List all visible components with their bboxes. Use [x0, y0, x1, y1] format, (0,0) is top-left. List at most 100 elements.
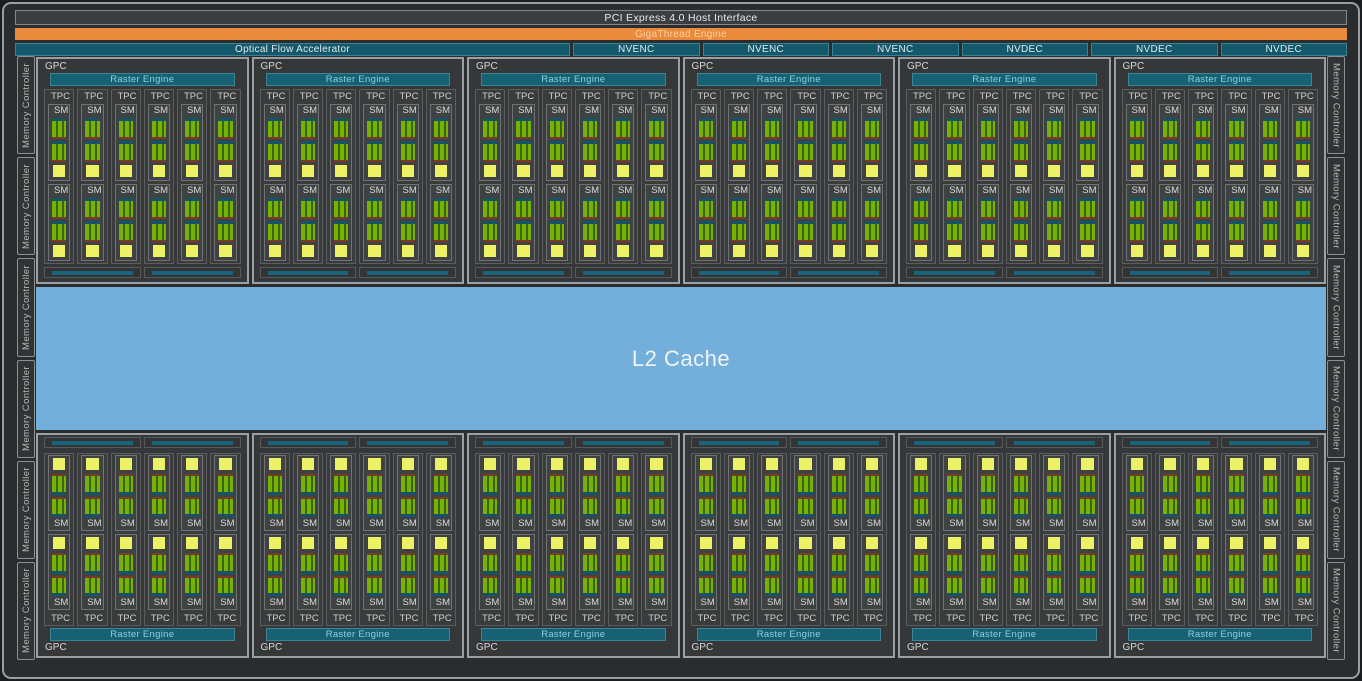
sm-core-array: [334, 121, 349, 137]
sm-block: SM: [860, 455, 883, 531]
sm-block: SM: [976, 184, 999, 261]
sm-divider-strip: [516, 160, 531, 162]
sm-divider-strip: [1262, 160, 1277, 162]
sm-core-array: [52, 144, 67, 160]
sm-register-bar: [799, 165, 812, 177]
sm-label: SM: [336, 518, 351, 529]
tpc-block: TPC SM SM: [77, 89, 108, 264]
sm-core-array: [483, 498, 498, 514]
sm-block: SM: [1225, 534, 1248, 610]
tpc-label: TPC: [913, 613, 932, 624]
sm-core-array: [914, 201, 929, 217]
sm-divider-strip: [947, 240, 962, 242]
sm-block: SM: [479, 184, 502, 261]
sm-divider-strip: [151, 217, 166, 219]
sm-core-array: [1229, 498, 1244, 514]
sm-exec-block: [1262, 474, 1277, 495]
tpc-label: TPC: [648, 613, 668, 624]
sm-exec-block: [483, 575, 498, 596]
sm-core-array: [731, 577, 746, 593]
rop-strip: [582, 440, 664, 445]
sm-core-array: [367, 201, 382, 217]
gpc-block: GPC Raster Engine TPC SM SM TPC SM SM TPC SM SM TPC…: [251, 433, 464, 658]
sm-scheduler-strip: [914, 570, 929, 574]
sm-core-array: [864, 577, 879, 593]
sm-scheduler-strip: [1047, 514, 1062, 517]
sm-core-array: [516, 498, 531, 514]
sm-block: SM: [860, 104, 883, 181]
sm-register-bar: [268, 537, 281, 549]
sm-label: SM: [1015, 105, 1030, 116]
sm-exec-block: [947, 221, 962, 242]
rop-bar: [906, 437, 1003, 448]
sm-divider-strip: [698, 160, 713, 162]
sm-core-array: [218, 555, 233, 571]
sm-core-array: [864, 121, 879, 137]
sm-label: SM: [336, 597, 351, 608]
sm-core-array: [765, 144, 780, 160]
memory-controller-block: Memory Controller: [1327, 460, 1345, 559]
sm-block: SM: [1125, 104, 1148, 181]
sm-block: SM: [1291, 534, 1314, 610]
sm-register-bar: [732, 458, 745, 470]
sm-scheduler-strip: [864, 514, 879, 517]
sm-block: SM: [612, 455, 635, 531]
sm-block: SM: [263, 455, 286, 531]
sm-exec-block: [980, 496, 995, 517]
sm-core-array: [549, 121, 564, 137]
tpc-label: TPC: [615, 91, 634, 102]
sm-exec-block: [218, 198, 233, 219]
sm-core-array: [118, 201, 133, 217]
sm-core-array: [1013, 144, 1028, 160]
tpc-label: TPC: [1161, 613, 1181, 624]
sm-core-array: [798, 224, 813, 240]
sm-exec-block: [300, 575, 315, 596]
rop-bar: [259, 437, 357, 448]
sm-label: SM: [120, 185, 135, 196]
sm-exec-block: [698, 575, 713, 596]
tpc-label: TPC: [117, 91, 137, 102]
rop-strip: [1013, 270, 1095, 275]
sm-core-array: [218, 121, 233, 137]
sm-core-array: [864, 224, 879, 240]
sm-register-bar: [53, 165, 66, 177]
sm-core-array: [433, 555, 448, 571]
gpc-label: GPC: [260, 642, 283, 653]
sm-register-bar: [915, 245, 928, 257]
tpc-row: TPC SM SM TPC SM SM TPC SM SM TPC SM SM TPC SM SM TPC SM…: [690, 89, 887, 264]
gpc-label: GPC: [45, 61, 67, 72]
sm-register-bar: [119, 537, 132, 549]
sm-block: SM: [429, 104, 452, 181]
tpc-label: TPC: [581, 91, 601, 102]
sm-exec-block: [1080, 198, 1095, 219]
sm-label: SM: [87, 105, 102, 116]
tpc-label: TPC: [830, 91, 850, 102]
sm-core-array: [185, 201, 200, 217]
sm-exec-block: [798, 575, 813, 596]
sm-divider-strip: [516, 240, 531, 242]
sm-scheduler-strip: [1295, 570, 1310, 574]
sm-register-bar: [650, 165, 663, 177]
tpc-label: TPC: [548, 91, 568, 102]
sm-divider-strip: [267, 240, 282, 242]
sm-scheduler-strip: [765, 514, 780, 517]
sm-block: SM: [976, 534, 999, 610]
sm-exec-block: [616, 553, 631, 574]
sm-scheduler-strip: [52, 491, 67, 495]
sm-exec-block: [698, 118, 713, 139]
tpc-block: TPC SM SM: [541, 453, 572, 626]
sm-scheduler-strip: [185, 593, 200, 596]
sm-exec-block: [1013, 198, 1028, 219]
sm-exec-block: [1162, 553, 1177, 574]
sm-exec-block: [1080, 474, 1095, 495]
sm-register-bar: [766, 165, 779, 177]
sm-core-array: [731, 121, 746, 137]
sm-scheduler-strip: [1013, 593, 1028, 596]
sm-divider-strip: [1013, 160, 1028, 162]
sm-register-bar: [650, 458, 663, 470]
sm-register-bar: [1014, 537, 1027, 549]
sm-exec-block: [649, 221, 664, 242]
tpc-label: TPC: [515, 91, 535, 102]
tpc-block: TPC SM SM: [690, 453, 721, 626]
sm-label: SM: [651, 185, 666, 196]
